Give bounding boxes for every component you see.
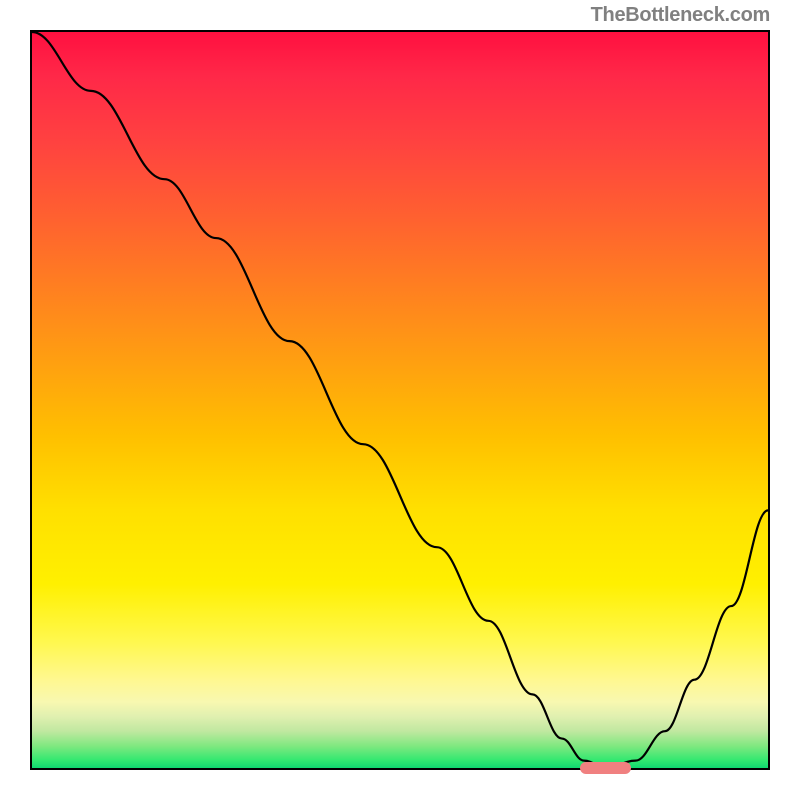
plot-area <box>30 30 770 770</box>
chart-container: TheBottleneck.com <box>0 0 800 800</box>
heat-gradient-background <box>32 32 768 768</box>
watermark-text: TheBottleneck.com <box>591 4 770 27</box>
optimal-marker <box>580 762 632 774</box>
